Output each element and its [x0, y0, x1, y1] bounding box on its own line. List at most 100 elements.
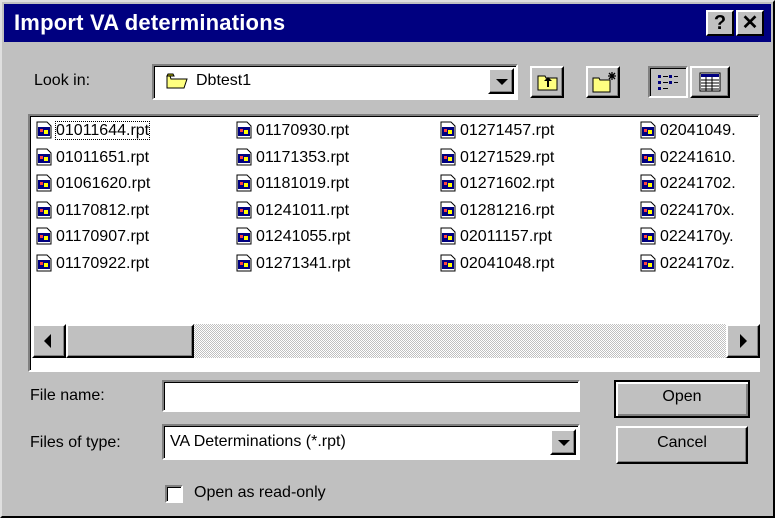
cancel-button[interactable]: Cancel	[616, 426, 748, 464]
report-file-icon	[36, 201, 52, 219]
report-file-icon	[640, 148, 656, 166]
details-view-icon	[699, 72, 721, 97]
file-name-text: 01271529.rpt	[460, 149, 555, 166]
file-name-text: 0224170z.	[660, 255, 735, 272]
details-view-button[interactable]	[690, 66, 730, 98]
file-name-text: 01271457.rpt	[460, 122, 555, 139]
file-list-item[interactable]: 0224170y.	[640, 226, 734, 248]
files-of-type-dropdown-button[interactable]	[550, 429, 576, 455]
new-folder-button[interactable]	[586, 66, 620, 98]
file-list-item[interactable]: 01271529.rpt	[440, 147, 554, 169]
file-list-item[interactable]: 02011157.rpt	[440, 226, 552, 248]
file-list-item[interactable]: 01271602.rpt	[440, 173, 554, 195]
help-button[interactable]: ?	[706, 10, 734, 36]
file-name-text: 01170922.rpt	[56, 255, 150, 272]
look-in-label: Look in:	[34, 72, 91, 89]
up-one-level-button[interactable]	[530, 66, 564, 98]
arrow-right-icon	[740, 334, 747, 348]
file-name-text: 01271602.rpt	[460, 175, 555, 192]
file-name-text: 0224170x.	[660, 202, 735, 219]
file-name-text: 01241011.rpt	[256, 202, 350, 219]
files-of-type-label: Files of type:	[30, 434, 121, 451]
scroll-right-button[interactable]	[726, 324, 760, 358]
file-list-item[interactable]: 01011651.rpt	[36, 147, 149, 169]
file-list-item[interactable]: 01271341.rpt	[236, 253, 350, 275]
read-only-checkbox[interactable]	[165, 485, 183, 503]
file-list-item[interactable]: 02041049.	[640, 120, 736, 142]
report-file-icon	[236, 174, 252, 192]
horizontal-scrollbar[interactable]	[32, 324, 760, 358]
dialog-title: Import VA determinations	[14, 10, 286, 35]
file-name-text: 01171353.rpt	[256, 149, 350, 166]
file-list-item[interactable]: 01181019.rpt	[236, 173, 349, 195]
file-name-text: 01170930.rpt	[256, 122, 350, 139]
report-file-icon	[640, 174, 656, 192]
file-name-text: 02241610.	[660, 149, 736, 166]
list-view-icon	[657, 73, 679, 96]
report-file-icon	[236, 121, 252, 139]
file-list-item[interactable]: 01171353.rpt	[236, 147, 349, 169]
file-list-item[interactable]: 01011644.rpt	[36, 120, 151, 142]
file-list-item[interactable]: 01271457.rpt	[440, 120, 554, 142]
look-in-combo[interactable]: Dbtest1	[152, 64, 518, 100]
look-in-dropdown-button[interactable]	[488, 68, 514, 94]
report-file-icon	[236, 254, 252, 272]
report-file-icon	[440, 148, 456, 166]
file-name-label: File name:	[30, 387, 105, 404]
file-list[interactable]: 01011644.rpt 01011651.rpt 01061620.rpt 0117…	[28, 114, 760, 372]
file-list-item[interactable]: 01061620.rpt	[36, 173, 150, 195]
file-list-item[interactable]: 01281216.rpt	[440, 200, 554, 222]
file-name-field[interactable]	[162, 380, 580, 412]
file-name-text: 01241055.rpt	[256, 228, 351, 245]
file-list-item[interactable]: 01170812.rpt	[36, 200, 149, 222]
file-list-item[interactable]: 02241610.	[640, 147, 736, 169]
open-button[interactable]: Open	[614, 380, 750, 418]
report-file-icon	[36, 254, 52, 272]
report-file-icon	[640, 254, 656, 272]
up-folder-icon	[537, 72, 559, 97]
report-file-icon	[440, 227, 456, 245]
scroll-thumb[interactable]	[66, 324, 194, 358]
file-name-text: 01170812.rpt	[56, 202, 150, 219]
report-file-icon	[36, 227, 52, 245]
report-file-icon	[440, 254, 456, 272]
file-name-text: 01271341.rpt	[256, 255, 351, 272]
import-dialog: Import VA determinations ? ✕ Look in: Db…	[0, 0, 775, 518]
file-name-text: 01170907.rpt	[56, 228, 150, 245]
file-name-text: 01181019.rpt	[256, 175, 350, 192]
report-file-icon	[640, 121, 656, 139]
new-folder-icon	[592, 70, 618, 99]
report-file-icon	[440, 121, 456, 139]
file-list-item[interactable]: 02241702.	[640, 173, 736, 195]
report-file-icon	[36, 148, 52, 166]
scroll-left-button[interactable]	[32, 324, 66, 358]
report-file-icon	[640, 201, 656, 219]
file-list-item[interactable]: 0224170z.	[640, 253, 735, 275]
file-list-item[interactable]: 01170922.rpt	[36, 253, 149, 275]
list-view-button[interactable]	[648, 66, 688, 98]
file-list-item[interactable]: 01241055.rpt	[236, 226, 350, 248]
file-list-item[interactable]: 01170907.rpt	[36, 226, 149, 248]
file-list-item[interactable]: 02041048.rpt	[440, 253, 554, 275]
title-bar[interactable]: Import VA determinations ? ✕	[4, 4, 771, 42]
file-list-item[interactable]: 0224170x.	[640, 200, 735, 222]
report-file-icon	[236, 227, 252, 245]
file-name-text: 02011157.rpt	[460, 228, 552, 245]
file-name-text: 01011644.rpt	[54, 121, 151, 140]
scroll-track[interactable]	[194, 324, 726, 358]
files-of-type-select[interactable]: VA Determinations (*.rpt)	[162, 424, 580, 460]
report-file-icon	[440, 174, 456, 192]
file-name-text: 01281216.rpt	[460, 202, 555, 219]
file-list-item[interactable]: 01241011.rpt	[236, 200, 349, 222]
read-only-label[interactable]: Open as read-only	[194, 484, 326, 502]
file-list-item[interactable]: 01170930.rpt	[236, 120, 349, 142]
file-name-text: 01061620.rpt	[56, 175, 151, 192]
folder-icon	[166, 72, 188, 95]
report-file-icon	[440, 201, 456, 219]
arrow-left-icon	[44, 334, 51, 348]
close-button[interactable]: ✕	[736, 10, 764, 36]
file-name-text: 02041049.	[660, 122, 736, 139]
report-file-icon	[640, 227, 656, 245]
chevron-down-icon	[496, 79, 508, 85]
chevron-down-icon	[558, 440, 570, 446]
